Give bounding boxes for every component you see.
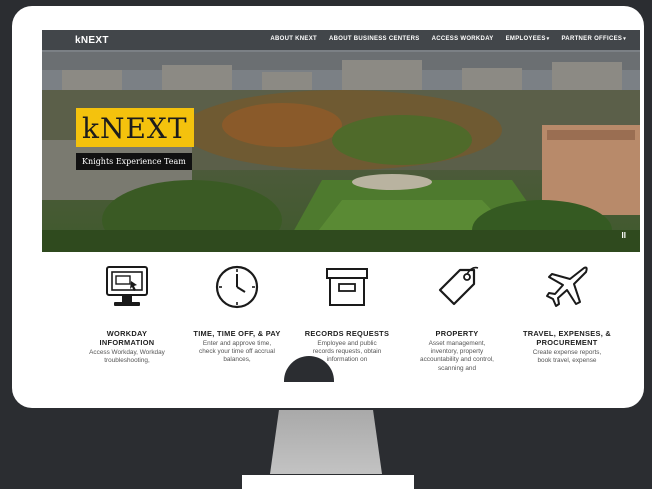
service-tiles: WORKDAY INFORMATION Access Workday, Work… [82,264,622,375]
tile-description: Access Workday, Workday troubleshooting, [89,349,165,365]
tile-time-off-pay[interactable]: TIME, TIME OFF, & PAY Enter and approve … [192,264,282,365]
nav-access-workday[interactable]: ACCESS WORKDAY [432,36,494,42]
price-tag-icon [438,266,479,306]
tile-records-requests[interactable]: RECORDS REQUESTS Employee and public rec… [302,264,392,365]
tile-title: TIME, TIME OFF, & PAY [193,329,281,338]
hero-subtitle: Knights Experience Team [76,153,192,170]
nav-partner-offices[interactable]: PARTNER OFFICES▾ [561,36,626,42]
pause-icon[interactable]: II [622,231,626,240]
computer-monitor-icon [106,266,148,306]
tile-description: Create expense reports, book travel, exp… [532,349,602,365]
monitor-stand [270,410,382,474]
tile-title: WORKDAY INFORMATION [99,329,155,347]
nav-about-business-centers[interactable]: ABOUT BUSINESS CENTERS [329,36,420,42]
hero-banner: kNEXT ABOUT KNEXT ABOUT BUSINESS CENTERS… [42,30,640,252]
monitor-base [242,475,414,489]
tile-title: RECORDS REQUESTS [304,329,390,338]
nav-employees[interactable]: EMPLOYEES▾ [506,36,550,42]
archive-box-icon [326,268,368,306]
chevron-down-icon: ▾ [546,36,550,42]
nav-about-knext[interactable]: ABOUT KNEXT [270,36,317,42]
tile-title: PROPERTY [435,329,479,338]
clock-icon [215,265,259,309]
hero-title-box: kNEXT [76,108,194,147]
tile-workday-information[interactable]: WORKDAY INFORMATION Access Workday, Work… [82,264,172,365]
airplane-icon [546,266,588,307]
tile-travel-expenses-procurement[interactable]: TRAVEL, EXPENSES, & PROCUREMENT Create e… [522,264,612,365]
monitor-frame: kNEXT ABOUT KNEXT ABOUT BUSINESS CENTERS… [12,6,644,408]
site-logo[interactable]: kNEXT [75,35,109,46]
tile-title: TRAVEL, EXPENSES, & PROCUREMENT [522,329,612,347]
tile-description: Enter and approve time, check your time … [199,340,275,364]
hero-title: kNEXT [82,112,188,145]
tile-description: Asset management, inventory, property ac… [420,340,494,372]
tile-property[interactable]: PROPERTY Asset management, inventory, pr… [412,264,502,373]
nav-menu: ABOUT KNEXT ABOUT BUSINESS CENTERS ACCES… [270,36,626,42]
browser-screen: kNEXT ABOUT KNEXT ABOUT BUSINESS CENTERS… [42,30,640,375]
chevron-down-icon: ▾ [623,36,626,42]
